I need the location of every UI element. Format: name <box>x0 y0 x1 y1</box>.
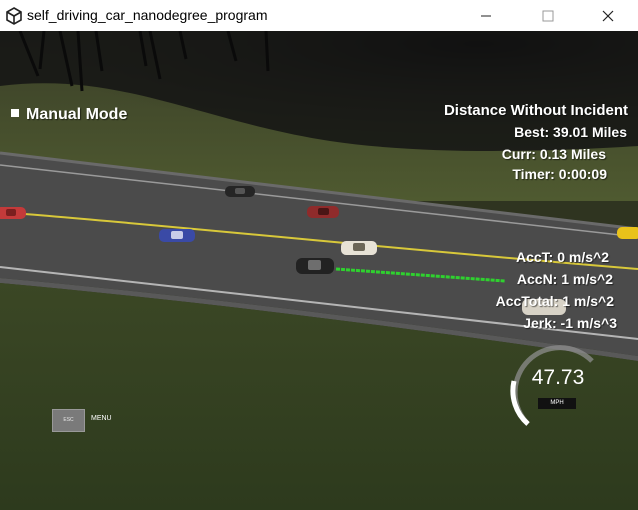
car-white <box>341 241 377 255</box>
car-dark-red <box>307 206 339 218</box>
maximize-icon <box>542 10 554 22</box>
window-titlebar[interactable]: self_driving_car_nanodegree_program <box>0 0 638 31</box>
car-ego-black <box>296 258 334 274</box>
maximize-button[interactable] <box>525 0 571 31</box>
best-distance: Best: 39.01 Miles <box>514 124 627 140</box>
game-viewport[interactable]: Manual Mode Distance Without Incident Be… <box>0 31 638 510</box>
unity-logo-icon <box>6 7 22 25</box>
menu-label: MENU <box>91 415 112 422</box>
acc-n: AccN: 1 m/s^2 <box>516 271 613 287</box>
minimize-button[interactable] <box>463 0 509 31</box>
current-distance: Curr: 0.13 Miles <box>501 146 606 162</box>
speed-unit: MPH <box>538 398 576 409</box>
close-button[interactable] <box>585 0 631 31</box>
close-icon <box>602 10 614 22</box>
acc-t: AccT: 0 m/s^2 <box>516 249 609 265</box>
car-black-far <box>225 186 255 197</box>
timer: Timer: 0:00:09 <box>512 166 607 182</box>
mode-label: Manual Mode <box>26 106 128 123</box>
acc-total: AccTotal: 1 m/s^2 <box>495 293 614 309</box>
window-title: self_driving_car_nanodegree_program <box>27 7 268 23</box>
car-blue <box>159 229 195 242</box>
minimize-icon <box>481 15 491 17</box>
esc-button[interactable]: ESC <box>52 409 85 432</box>
speed-value: 47.73 <box>531 366 585 389</box>
jerk: Jerk: -1 m/s^3 <box>523 315 617 331</box>
distance-heading: Distance Without Incident <box>443 102 628 119</box>
mode-indicator-icon <box>11 109 19 117</box>
car-red-left <box>0 207 26 219</box>
car-yellow-right <box>617 227 638 239</box>
